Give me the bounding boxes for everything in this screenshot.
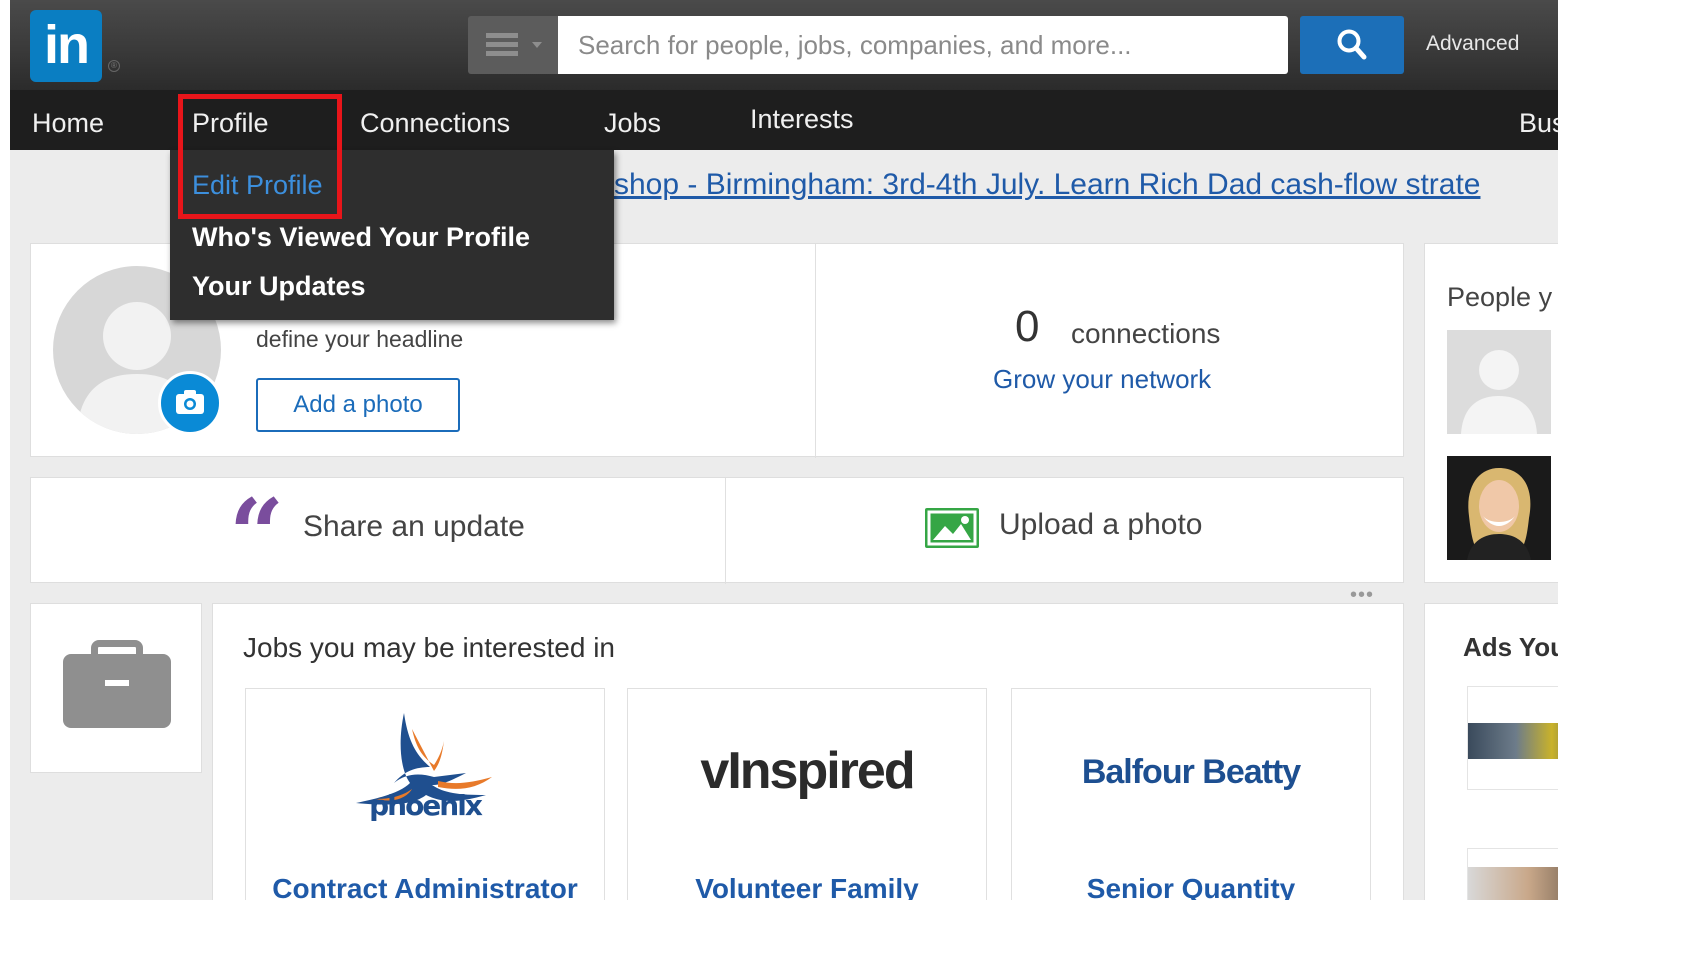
job-card[interactable]: Balfour Beatty Senior Quantity (1011, 688, 1371, 900)
nav-jobs[interactable]: Jobs (604, 108, 661, 139)
divider (725, 478, 726, 584)
advanced-search-link[interactable]: Advanced (1426, 32, 1519, 56)
registered-mark-icon: ® (108, 60, 120, 72)
job-title-link[interactable]: Volunteer Family (628, 873, 986, 900)
search-input[interactable] (558, 16, 1288, 74)
jobs-section-title: Jobs you may be interested in (243, 632, 615, 663)
menu-button[interactable] (468, 16, 558, 74)
top-bar: in ® Advanced (10, 0, 1558, 90)
share-box: “ Share an update Upload a photo (30, 477, 1404, 591)
people-section-title: People y (1447, 282, 1553, 312)
image-icon (925, 508, 979, 548)
hamburger-icon (486, 33, 518, 57)
ad-image (1468, 723, 1558, 759)
highlight-annotation-box (178, 94, 342, 219)
job-card[interactable]: vInspired Volunteer Family (627, 688, 987, 900)
search-button[interactable] (1300, 16, 1404, 74)
person-silhouette-icon (1461, 350, 1537, 434)
connections-count: 0 (1015, 302, 1040, 351)
headline-prompt[interactable]: define your headline (256, 326, 463, 353)
camera-icon (176, 390, 204, 414)
add-photo-button[interactable]: Add a photo (256, 378, 460, 432)
quote-icon: “ (229, 478, 285, 591)
briefcase-latch (105, 680, 129, 686)
ads-section-title: Ads You (1463, 632, 1558, 662)
ad-item[interactable] (1467, 686, 1558, 790)
whos-viewed-menu-item[interactable]: Who's Viewed Your Profile (192, 222, 530, 253)
linkedin-logo[interactable]: in (30, 10, 102, 82)
jobs-icon-card (30, 603, 202, 773)
job-card[interactable]: phoenix Contract Administrator (245, 688, 605, 900)
your-updates-menu-item[interactable]: Your Updates (192, 271, 366, 302)
ad-item[interactable] (1467, 848, 1558, 900)
person-photo[interactable] (1447, 456, 1551, 560)
share-update-button[interactable]: Share an update (303, 510, 525, 544)
add-photo-camera-button[interactable] (158, 371, 222, 435)
search-icon (1337, 29, 1367, 60)
nav-interests[interactable]: Interests (750, 104, 854, 135)
job-title-link[interactable]: Contract Administrator (246, 873, 604, 900)
ads-card: Ads You (1424, 603, 1558, 900)
people-you-may-know-card: People y (1424, 243, 1558, 583)
jobs-recommendations-card: Jobs you may be interested in phoenix Co… (212, 603, 1404, 900)
person-avatar[interactable] (1447, 330, 1551, 434)
grow-network-link[interactable]: Grow your network (993, 364, 1211, 395)
job-title-link[interactable]: Senior Quantity (1012, 873, 1370, 900)
sponsored-banner-link[interactable]: shop - Birmingham: 3rd-4th July. Learn R… (614, 168, 1480, 202)
connections-label: connections (1071, 318, 1221, 349)
briefcase-icon (63, 654, 171, 728)
linkedin-page: in ® Advanced Home Profile Connections J… (10, 0, 1558, 900)
nav-home[interactable]: Home (32, 108, 104, 139)
divider (815, 244, 816, 458)
company-logo-text: phoenix (369, 789, 483, 822)
upload-photo-button[interactable]: Upload a photo (999, 508, 1203, 542)
person-photo-image (1467, 468, 1531, 560)
ad-image (1468, 867, 1558, 900)
nav-business[interactable]: Bus (1519, 108, 1558, 139)
nav-connections[interactable]: Connections (360, 108, 510, 139)
company-logo-text: Balfour Beatty (1081, 753, 1301, 791)
chevron-down-icon (532, 42, 542, 48)
company-logo-text: vInspired (700, 742, 915, 800)
